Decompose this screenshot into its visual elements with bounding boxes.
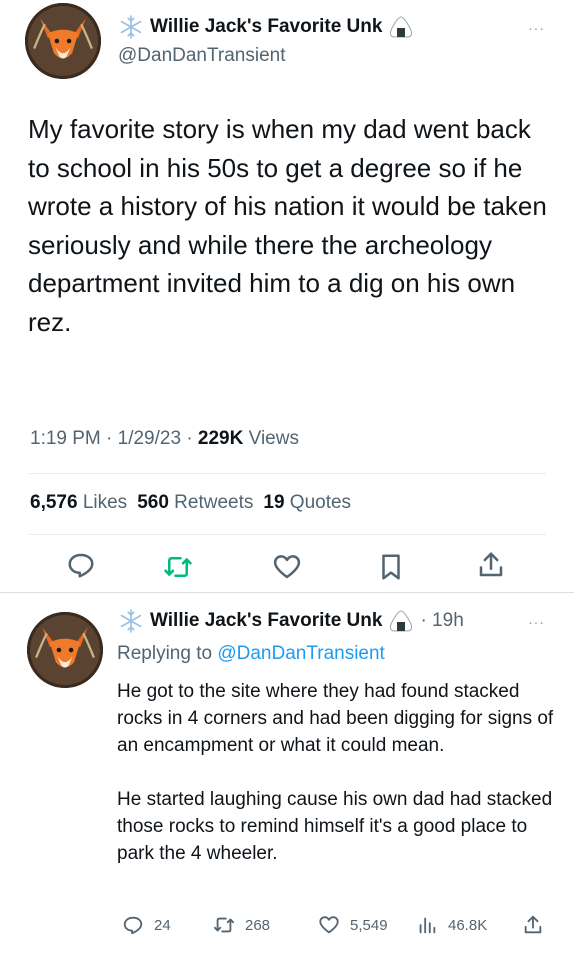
- reply-more-button[interactable]: ···: [528, 614, 545, 630]
- display-name[interactable]: Willie Jack's Favorite Unk: [150, 16, 382, 38]
- reply-author-row[interactable]: Willie Jack's Favorite Unk · 19h: [118, 608, 464, 634]
- divider: [28, 473, 546, 474]
- divider: [28, 534, 546, 535]
- views-count: 229K: [197, 428, 244, 449]
- share-button[interactable]: [476, 550, 506, 580]
- quotes-stat[interactable]: 19 Quotes: [263, 492, 351, 513]
- author-handle[interactable]: @DanDanTransient: [118, 45, 286, 67]
- reply-share-button[interactable]: [522, 914, 554, 936]
- reply-avatar[interactable]: [27, 612, 103, 688]
- replying-to-handle[interactable]: @DanDanTransient: [217, 643, 385, 664]
- onigiri-icon: [390, 16, 413, 38]
- share-icon: [479, 552, 503, 577]
- reply-paragraph: He got to the site where they had found …: [117, 681, 554, 756]
- views-label: Views: [243, 428, 299, 449]
- heart-icon: [273, 555, 301, 579]
- tweet-separator: [0, 592, 574, 593]
- reply-display-name[interactable]: Willie Jack's Favorite Unk: [150, 610, 382, 632]
- avatar[interactable]: [25, 3, 101, 79]
- reply-button[interactable]: [66, 550, 96, 580]
- likes-stat[interactable]: 6,576 Likes: [30, 492, 127, 513]
- reply-count: 24: [154, 916, 171, 934]
- like-button[interactable]: [272, 552, 302, 582]
- snowflake-icon: [120, 609, 142, 633]
- tweet-stats: 6,576 Likes 560 Retweets 19 Quotes: [30, 492, 351, 514]
- tweet-text: My favorite story is when my dad went ba…: [28, 114, 547, 337]
- retweet-count: 268: [245, 916, 271, 934]
- reply-text: He got to the site where they had found …: [117, 678, 557, 867]
- heart-icon: [319, 916, 339, 934]
- reply-views-button[interactable]: 46.8K: [416, 914, 487, 936]
- reply-reply-button[interactable]: 24: [122, 914, 171, 936]
- more-options-button[interactable]: ···: [528, 20, 545, 36]
- share-icon: [524, 915, 542, 934]
- retweet-button[interactable]: [163, 552, 193, 582]
- views-icon: [419, 917, 436, 934]
- bookmark-button[interactable]: [376, 552, 406, 582]
- reply-icon: [123, 916, 143, 935]
- tweet-meta: 1:19 PM · 1/29/23 · 229K Views: [30, 428, 299, 450]
- views-count: 46.8K: [448, 916, 488, 934]
- reply-icon: [68, 553, 94, 578]
- tweet-timestamp[interactable]: 1:19 PM · 1/29/23 ·: [30, 428, 198, 449]
- onigiri-icon: [390, 610, 413, 632]
- snowflake-icon: [120, 15, 142, 39]
- retweets-stat[interactable]: 560 Retweets: [137, 492, 253, 513]
- retweet-icon: [213, 917, 235, 933]
- replying-to: Replying to @DanDanTransient: [117, 643, 385, 664]
- bookmark-icon: [382, 554, 400, 580]
- like-count: 5,549: [350, 916, 388, 934]
- reply-paragraph: He started laughing cause his own dad ha…: [117, 789, 553, 864]
- retweet-icon: [164, 557, 192, 577]
- author-name-row[interactable]: Willie Jack's Favorite Unk: [118, 14, 414, 40]
- reply-like-button[interactable]: 5,549: [318, 914, 388, 936]
- reply-time[interactable]: · 19h: [420, 610, 463, 632]
- reply-retweet-button[interactable]: 268: [213, 914, 270, 936]
